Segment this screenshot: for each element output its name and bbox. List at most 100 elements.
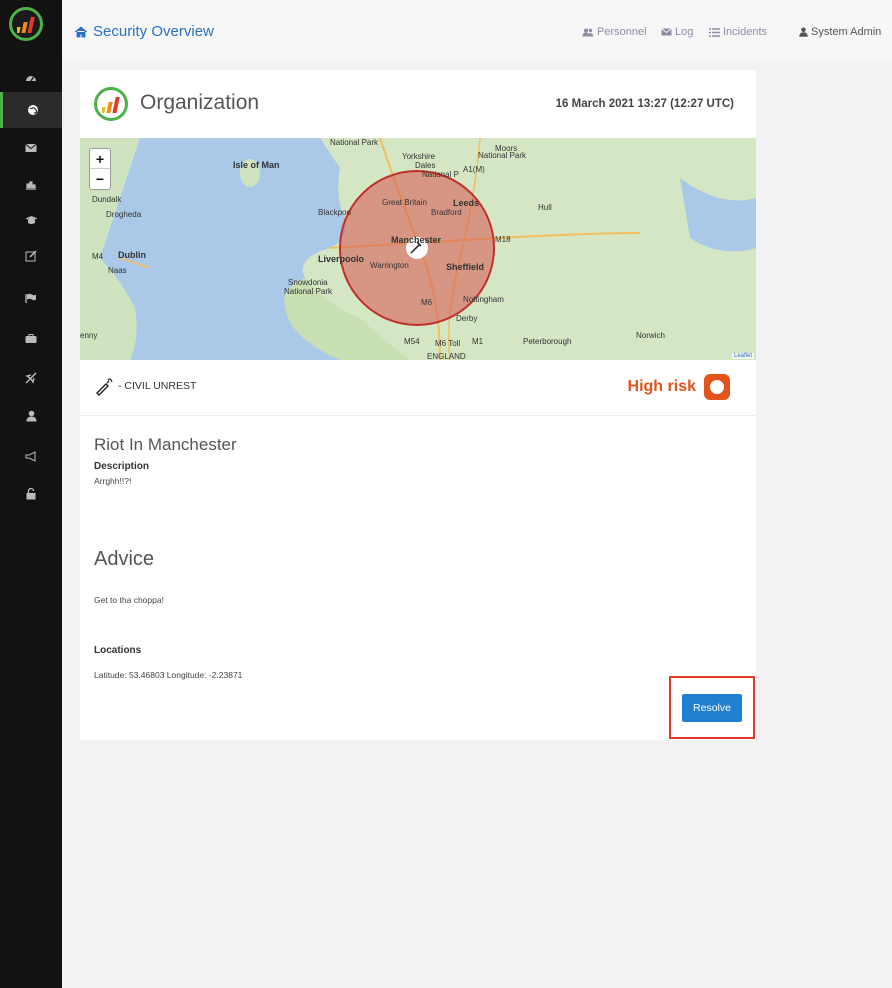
top-bar: Security Overview Personnel Log Incident… [62, 0, 892, 60]
description-label: Description [94, 461, 150, 472]
app-logo[interactable] [9, 7, 43, 41]
map-label: Bradford [431, 208, 462, 217]
map-label: Leeds [453, 198, 480, 208]
incident-summary-row: - CIVIL UNREST High risk [80, 360, 756, 416]
sidebar-item-reports[interactable] [0, 166, 62, 202]
map-label: M6 [421, 298, 433, 307]
nav-personnel[interactable]: Personnel [582, 26, 647, 38]
map-label: Blackpoo [318, 208, 351, 217]
sidebar-item-briefcase[interactable] [0, 320, 62, 356]
user-icon [26, 410, 36, 422]
map-label: Nottingham [463, 295, 504, 304]
map-label: Dundalk [92, 195, 122, 204]
map-label: National Park [330, 138, 379, 147]
incident-map[interactable]: + − Isle of Man National Park Yorkshire … [80, 138, 756, 360]
globe-icon [27, 105, 38, 115]
map-label: National Park [478, 151, 527, 160]
map-label: Sheffield [446, 262, 485, 272]
map-label: Hull [538, 203, 552, 212]
map-label: M18 [495, 235, 511, 244]
graduation-cap-icon [25, 216, 37, 224]
sidebar-item-dashboard[interactable] [0, 60, 62, 96]
sidebar-item-mail[interactable] [0, 130, 62, 166]
list-icon [709, 27, 720, 37]
card-header: Organization 16 March 2021 13:27 (12:27 … [80, 70, 756, 138]
location-coordinates: Latitude: 53.46803 Longitude: -2.23871 [94, 670, 243, 680]
map-label: Drogheda [106, 210, 142, 219]
brand-link[interactable]: Security Overview [74, 23, 214, 40]
sidebar-item-user[interactable] [0, 398, 62, 434]
nav-log-label: Log [675, 26, 694, 38]
sidebar-item-edit[interactable] [0, 238, 62, 274]
sidebar-item-alerts[interactable] [0, 438, 62, 474]
map-label: Naas [108, 266, 127, 275]
user-menu[interactable]: System Admin [799, 26, 881, 38]
edit-icon [25, 250, 37, 262]
user-name: System Admin [811, 26, 882, 38]
risk-label: High risk [627, 378, 696, 395]
locations-label: Locations [94, 645, 142, 656]
map-label: National P [422, 170, 459, 179]
briefcase-icon [25, 333, 37, 343]
sidebar-item-lock[interactable] [0, 476, 62, 512]
map-zoom-control: + − [89, 148, 111, 190]
home-icon [74, 25, 88, 37]
map-label: ENGLAND [427, 352, 466, 360]
map-label: Snowdonia [288, 278, 328, 287]
chart-icon [26, 180, 36, 190]
advice-heading: Advice [94, 548, 155, 570]
map-label: Manchester [391, 235, 442, 245]
sidebar-item-flag[interactable] [0, 280, 62, 316]
map-label: M54 [404, 337, 420, 346]
incident-type-label: - CIVIL UNREST [118, 380, 197, 392]
incident-card: Organization 16 March 2021 13:27 (12:27 … [80, 70, 756, 740]
risk-indicator: High risk [628, 374, 730, 400]
map-tiles [80, 138, 756, 360]
envelope-icon [661, 28, 672, 36]
bullhorn-icon [25, 450, 36, 462]
zoom-in-button[interactable]: + [90, 149, 110, 169]
map-label: enny [80, 331, 98, 340]
map-label: Great Britain [382, 198, 427, 207]
map-label: Peterborough [523, 337, 572, 346]
plane-icon [25, 372, 37, 384]
envelope-icon [25, 143, 37, 152]
users-icon [582, 28, 594, 36]
brand-title: Security Overview [93, 23, 214, 40]
description-text: Arrghh!!?! [94, 476, 132, 486]
logo-bars-icon [102, 97, 120, 113]
map-label: Isle of Man [233, 160, 280, 170]
flag-icon [25, 293, 36, 303]
logo-bars-icon [17, 17, 35, 33]
molotov-icon [96, 378, 113, 396]
sidebar [0, 0, 62, 988]
risk-badge-icon [704, 374, 730, 400]
incident-timestamp: 16 March 2021 13:27 (12:27 UTC) [555, 98, 734, 110]
map-label: M1 [472, 337, 484, 346]
incident-type: - CIVIL UNREST [94, 376, 196, 396]
map-label: Yorkshire [402, 152, 436, 161]
organization-title: Organization [140, 91, 260, 114]
map-label: Dublin [118, 250, 146, 260]
resolve-button[interactable]: Resolve [682, 694, 742, 722]
map-label: Norwich [636, 331, 665, 340]
user-icon [799, 27, 808, 37]
map-label: Liverpoolo [318, 254, 365, 264]
map-attribution-link[interactable]: Leaflet [731, 353, 754, 359]
organization-logo [94, 87, 128, 121]
nav-incidents[interactable]: Incidents [709, 26, 767, 38]
sidebar-item-globe[interactable] [0, 92, 62, 128]
nav-personnel-label: Personnel [597, 26, 647, 38]
dashboard-icon [26, 76, 36, 82]
map-label: National Park [284, 287, 333, 296]
nav-incidents-label: Incidents [723, 26, 768, 38]
advice-text: Get to tha choppa! [94, 595, 164, 605]
nav-log[interactable]: Log [661, 26, 693, 38]
zoom-out-button[interactable]: − [90, 169, 110, 189]
sidebar-item-travel[interactable] [0, 360, 62, 396]
map-label: Derby [456, 314, 478, 323]
map-label: Dales [415, 161, 436, 170]
map-label: M4 [92, 252, 104, 261]
sidebar-item-training[interactable] [0, 202, 62, 238]
map-label: Warrington [370, 261, 409, 270]
